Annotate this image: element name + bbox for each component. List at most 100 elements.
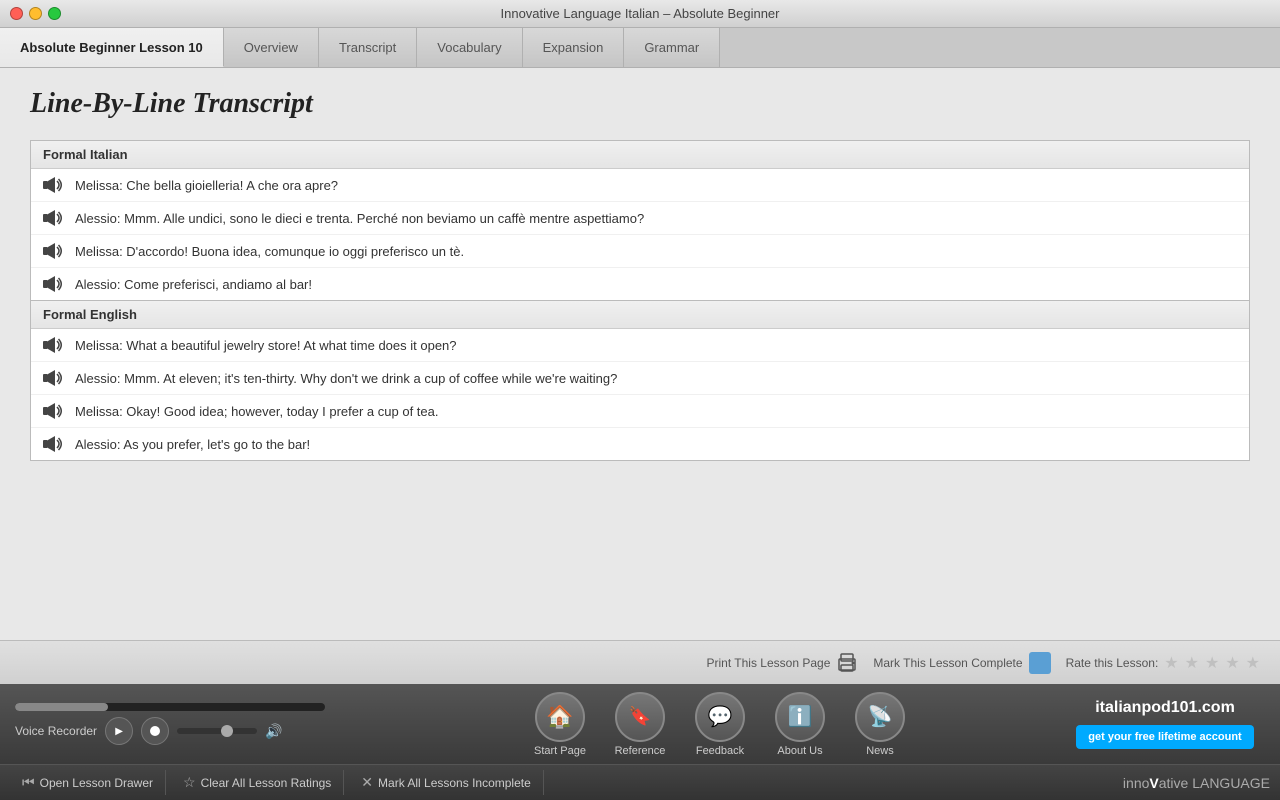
star-1[interactable]: ★ xyxy=(1164,653,1178,673)
audio-icon[interactable] xyxy=(41,434,65,454)
audio-icon[interactable] xyxy=(41,274,65,294)
transcript-line: Alessio: Mmm. Alle undici, sono le dieci… xyxy=(31,202,1249,235)
audio-icon[interactable] xyxy=(41,401,65,421)
transcript-text: Melissa: Okay! Good idea; however, today… xyxy=(75,404,438,419)
audio-icon[interactable] xyxy=(41,368,65,388)
transcript-line: Alessio: As you prefer, let's go to the … xyxy=(31,428,1249,460)
reference-icon: 🔖 xyxy=(615,692,665,742)
voice-recorder-progress[interactable] xyxy=(177,728,257,734)
transcript-text: Alessio: As you prefer, let's go to the … xyxy=(75,437,310,452)
transcript-line: Melissa: D'accordo! Buona idea, comunque… xyxy=(31,235,1249,268)
transcript-text: Alessio: Mmm. At eleven; it's ten-thirty… xyxy=(75,371,617,386)
clear-ratings-button[interactable]: ☆ Clear All Lesson Ratings xyxy=(171,770,344,795)
nav-start-page[interactable]: 🏠 Start Page xyxy=(523,692,598,757)
printer-icon xyxy=(836,652,858,674)
transcript-line: Melissa: Che bella gioielleria! A che or… xyxy=(31,169,1249,202)
star-icon: ☆ xyxy=(183,774,196,791)
print-label: Print This Lesson Page xyxy=(707,656,831,670)
nav-reference-label: Reference xyxy=(615,745,666,757)
audio-icon[interactable] xyxy=(41,241,65,261)
tab-overview[interactable]: Overview xyxy=(224,28,319,67)
complete-checkbox-icon xyxy=(1029,652,1051,674)
nav-about-us[interactable]: ℹ️ About Us xyxy=(763,692,838,757)
transcript-text: Alessio: Mmm. Alle undici, sono le dieci… xyxy=(75,211,644,226)
record-icon xyxy=(150,726,160,736)
maximize-button[interactable] xyxy=(48,7,61,20)
progress-handle xyxy=(221,725,233,737)
tab-expansion[interactable]: Expansion xyxy=(523,28,625,67)
info-icon: ℹ️ xyxy=(775,692,825,742)
star-4[interactable]: ★ xyxy=(1225,653,1239,673)
nav-news[interactable]: 📡 News xyxy=(843,692,918,757)
transcript-text: Melissa: D'accordo! Buona idea, comunque… xyxy=(75,244,464,259)
tab-vocabulary[interactable]: Vocabulary xyxy=(417,28,522,67)
page-title: Line-By-Line Transcript xyxy=(30,88,1250,120)
action-bar: Print This Lesson Page Mark This Lesson … xyxy=(0,640,1280,684)
feedback-icon: 💬 xyxy=(695,692,745,742)
nav-feedback[interactable]: 💬 Feedback xyxy=(683,692,758,757)
mark-complete-button[interactable]: Mark This Lesson Complete xyxy=(873,652,1050,674)
nav-feedback-label: Feedback xyxy=(696,745,744,757)
news-icon: 📡 xyxy=(855,692,905,742)
content-area: Line-By-Line Transcript Formal Italian M… xyxy=(0,68,1280,640)
nav-reference[interactable]: 🔖 Reference xyxy=(603,692,678,757)
home-icon: 🏠 xyxy=(535,692,585,742)
nav-icons: 🏠 Start Page 🔖 Reference 💬 Feedback ℹ️ A… xyxy=(375,692,1065,757)
print-button[interactable]: Print This Lesson Page xyxy=(707,652,859,674)
rate-label: Rate this Lesson: xyxy=(1066,656,1159,670)
main-window: Absolute Beginner Lesson 10 Overview Tra… xyxy=(0,28,1280,684)
audio-icon[interactable] xyxy=(41,208,65,228)
minimize-button[interactable] xyxy=(29,7,42,20)
player-controls: Voice Recorder ▶ 🔊 xyxy=(15,703,375,745)
transcript-text: Melissa: Che bella gioielleria! A che or… xyxy=(75,178,338,193)
transcript-text: Alessio: Come preferisci, andiamo al bar… xyxy=(75,277,312,292)
italian-section-header: Formal Italian xyxy=(31,141,1249,169)
voice-recorder-play-button[interactable]: ▶ xyxy=(105,717,133,745)
nav-news-label: News xyxy=(866,745,894,757)
english-section: Formal English Melissa: What a beautiful… xyxy=(30,301,1250,461)
nav-about-us-label: About Us xyxy=(777,745,822,757)
rate-section: Rate this Lesson: ★ ★ ★ ★ ★ xyxy=(1066,653,1260,673)
voice-recorder-label: Voice Recorder xyxy=(15,724,97,738)
tab-transcript[interactable]: Transcript xyxy=(319,28,417,67)
voice-recorder: Voice Recorder ▶ 🔊 xyxy=(15,717,375,745)
footer-brand-text: inno xyxy=(1123,775,1149,791)
transcript-line: Melissa: Okay! Good idea; however, today… xyxy=(31,395,1249,428)
progress-bar[interactable] xyxy=(15,703,325,711)
player-bar: Voice Recorder ▶ 🔊 🏠 Start Page 🔖 Refere… xyxy=(0,684,1280,764)
audio-icon[interactable] xyxy=(41,335,65,355)
title-bar: Innovative Language Italian – Absolute B… xyxy=(0,0,1280,28)
nav-start-page-label: Start Page xyxy=(534,745,586,757)
star-5[interactable]: ★ xyxy=(1246,653,1260,673)
progress-fill xyxy=(15,703,108,711)
drawer-icon: ⏮ xyxy=(22,774,35,791)
close-button[interactable] xyxy=(10,7,23,20)
open-lesson-drawer-button[interactable]: ⏮ Open Lesson Drawer xyxy=(10,770,166,795)
tab-lesson[interactable]: Absolute Beginner Lesson 10 xyxy=(0,28,224,67)
play-icon: ▶ xyxy=(115,726,123,737)
transcript-text: Melissa: What a beautiful jewelry store!… xyxy=(75,338,457,353)
brand-url-text: italianpod101.com xyxy=(1095,699,1235,716)
star-2[interactable]: ★ xyxy=(1185,653,1199,673)
footer-brand: innoVative LANGUAGE xyxy=(1123,775,1270,791)
volume-icon[interactable]: 🔊 xyxy=(265,723,282,740)
window-title: Innovative Language Italian – Absolute B… xyxy=(501,6,780,21)
tab-bar: Absolute Beginner Lesson 10 Overview Tra… xyxy=(0,28,1280,68)
brand-cta-button[interactable]: get your free lifetime account xyxy=(1076,725,1253,749)
audio-icon[interactable] xyxy=(41,175,65,195)
italian-section: Formal Italian Melissa: Che bella gioiel… xyxy=(30,140,1250,301)
tab-grammar[interactable]: Grammar xyxy=(624,28,720,67)
mark-incomplete-button[interactable]: ✕ Mark All Lessons Incomplete xyxy=(349,770,543,795)
transcript-line: Alessio: Mmm. At eleven; it's ten-thirty… xyxy=(31,362,1249,395)
transcript-line: Melissa: What a beautiful jewelry store!… xyxy=(31,329,1249,362)
x-icon: ✕ xyxy=(361,774,373,791)
star-3[interactable]: ★ xyxy=(1205,653,1219,673)
transcript-line: Alessio: Come preferisci, andiamo al bar… xyxy=(31,268,1249,300)
english-section-header: Formal English xyxy=(31,301,1249,329)
footer-bar: ⏮ Open Lesson Drawer ☆ Clear All Lesson … xyxy=(0,764,1280,800)
window-controls xyxy=(10,7,61,20)
complete-label: Mark This Lesson Complete xyxy=(873,656,1022,670)
voice-recorder-record-button[interactable] xyxy=(141,717,169,745)
brand-area: italianpod101.com get your free lifetime… xyxy=(1065,699,1265,749)
brand-url: italianpod101.com xyxy=(1095,699,1235,717)
